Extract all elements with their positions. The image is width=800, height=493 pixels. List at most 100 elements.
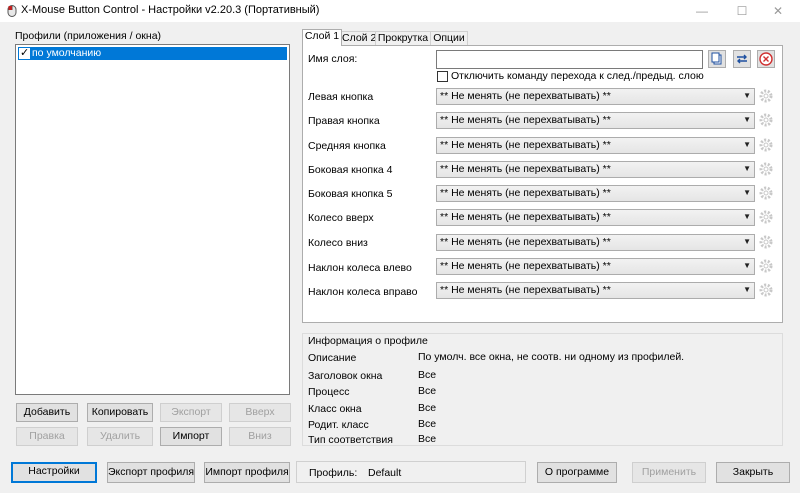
side-button-4-action-select[interactable]: ** Не менять (не перехватывать) ** ▼ [436, 161, 755, 178]
mouse-app-icon [7, 5, 17, 17]
wheel-up-action-value: ** Не менять (не перехватывать) ** [440, 211, 611, 223]
copy-layer-button[interactable] [708, 50, 726, 68]
gear-icon[interactable] [757, 208, 775, 226]
tilt-right-action-value: ** Не менять (не перехватывать) ** [440, 284, 611, 296]
gear-icon[interactable] [757, 257, 775, 275]
close-window-button[interactable]: ✕ [758, 0, 798, 22]
left-button-label: Левая кнопка [308, 91, 374, 103]
middle-button-action-select[interactable]: ** Не менять (не перехватывать) ** ▼ [436, 137, 755, 154]
chevron-down-icon: ▼ [743, 164, 751, 173]
gear-icon[interactable] [757, 233, 775, 251]
export-profile-button[interactable]: Экспорт профиля [107, 462, 195, 483]
right-button-label: Правая кнопка [308, 115, 380, 127]
edit-profile-button[interactable]: Правка [16, 427, 78, 446]
gear-icon[interactable] [757, 111, 775, 129]
chevron-down-icon: ▼ [743, 285, 751, 294]
cancel-circle-icon [759, 52, 773, 66]
current-profile-label: Профиль: [309, 467, 358, 479]
gear-icon[interactable] [757, 160, 775, 178]
gear-icon[interactable] [757, 136, 775, 154]
info-value-parent-class: Все [418, 418, 437, 430]
profiles-list[interactable]: по умолчанию [15, 44, 290, 395]
wheel-up-action-select[interactable]: ** Не менять (не перехватывать) ** ▼ [436, 209, 755, 226]
middle-button-label: Средняя кнопка [308, 140, 386, 152]
delete-profile-button[interactable]: Удалить [87, 427, 153, 446]
swap-layers-button[interactable] [733, 50, 751, 68]
info-value-window-class: Все [418, 402, 437, 414]
window-title: X-Mouse Button Control - Настройки v2.20… [21, 4, 320, 16]
close-button[interactable]: Закрыть [716, 462, 790, 483]
settings-button[interactable]: Настройки [11, 462, 97, 483]
title-bar: X-Mouse Button Control - Настройки v2.20… [0, 0, 800, 22]
add-profile-button[interactable]: Добавить [16, 403, 78, 422]
info-value-description: По умолч. все окна, не соотв. ни одному … [418, 351, 685, 363]
import-profile-button[interactable]: Импорт профиля [204, 462, 290, 483]
tilt-right-action-select[interactable]: ** Не менять (не перехватывать) ** ▼ [436, 282, 755, 299]
right-button-action-select[interactable]: ** Не менять (не перехватывать) ** ▼ [436, 112, 755, 129]
profile-info-group [302, 333, 783, 446]
import-profile-small-button[interactable]: Импорт [160, 427, 222, 446]
copy-icon [711, 52, 722, 65]
swap-arrows-icon [737, 54, 747, 64]
profile-checkbox[interactable] [19, 46, 30, 59]
profile-info-group-label: Информация о профиле [308, 335, 428, 347]
tilt-left-label: Наклон колеса влево [308, 262, 412, 274]
middle-button-action-value: ** Не менять (не перехватывать) ** [440, 139, 611, 151]
chevron-down-icon: ▼ [743, 140, 751, 149]
move-down-button[interactable]: Вниз [229, 427, 291, 446]
tab-layer-2[interactable]: Слой 2 [341, 31, 376, 45]
info-value-process: Все [418, 385, 437, 397]
minimize-button[interactable]: — [682, 0, 722, 22]
chevron-down-icon: ▼ [743, 261, 751, 270]
info-value-match-type: Все [418, 433, 437, 445]
tab-scroll[interactable]: Прокрутка [375, 31, 431, 45]
left-button-action-select[interactable]: ** Не менять (не перехватывать) ** ▼ [436, 88, 755, 105]
gear-icon[interactable] [757, 184, 775, 202]
profile-list-item[interactable]: по умолчанию [18, 46, 287, 60]
tilt-left-action-value: ** Не менять (не перехватывать) ** [440, 260, 611, 272]
info-value-window-title: Все [418, 369, 437, 381]
chevron-down-icon: ▼ [743, 91, 751, 100]
wheel-down-action-value: ** Не менять (не перехватывать) ** [440, 236, 611, 248]
side-button-4-action-value: ** Не менять (не перехватывать) ** [440, 163, 611, 175]
wheel-up-label: Колесо вверх [308, 212, 374, 224]
side-button-5-action-value: ** Не менять (не перехватывать) ** [440, 187, 611, 199]
chevron-down-icon: ▼ [743, 237, 751, 246]
export-profile-small-button[interactable]: Экспорт [160, 403, 222, 422]
info-key-match-type: Тип соответствия [308, 434, 393, 446]
layer-name-input[interactable] [436, 50, 703, 69]
left-button-action-value: ** Не менять (не перехватывать) ** [440, 90, 611, 102]
tilt-left-action-select[interactable]: ** Не менять (не перехватывать) ** ▼ [436, 258, 755, 275]
disable-layer-switch-checkbox[interactable] [437, 71, 448, 82]
apply-button[interactable]: Применить [632, 462, 706, 483]
info-key-window-class: Класс окна [308, 403, 362, 415]
side-button-4-label: Боковая кнопка 4 [308, 164, 393, 176]
side-button-5-label: Боковая кнопка 5 [308, 188, 393, 200]
tab-options[interactable]: Опции [430, 31, 468, 45]
move-up-button[interactable]: Вверх [229, 403, 291, 422]
tilt-right-label: Наклон колеса вправо [308, 286, 418, 298]
info-key-parent-class: Родит. класс [308, 419, 369, 431]
profile-item-label: по умолчанию [32, 47, 102, 59]
disable-layer-switch-label: Отключить команду перехода к след./преды… [451, 70, 704, 82]
maximize-button[interactable]: ☐ [722, 0, 762, 22]
chevron-down-icon: ▼ [743, 115, 751, 124]
info-key-process: Процесс [308, 386, 350, 398]
info-key-window-title: Заголовок окна [308, 370, 383, 382]
about-button[interactable]: О программе [537, 462, 617, 483]
wheel-down-action-select[interactable]: ** Не менять (не перехватывать) ** ▼ [436, 234, 755, 251]
current-profile-value: Default [368, 467, 402, 479]
gear-icon[interactable] [757, 87, 775, 105]
info-key-description: Описание [308, 352, 357, 364]
clear-layer-button[interactable] [757, 50, 775, 68]
chevron-down-icon: ▼ [743, 188, 751, 197]
tab-layer-1[interactable]: Слой 1 [302, 29, 342, 46]
gear-icon[interactable] [757, 281, 775, 299]
copy-profile-button[interactable]: Копировать [87, 403, 153, 422]
side-button-5-action-select[interactable]: ** Не менять (не перехватывать) ** ▼ [436, 185, 755, 202]
right-button-action-value: ** Не менять (не перехватывать) ** [440, 114, 611, 126]
layer-name-label: Имя слоя: [308, 53, 358, 65]
wheel-down-label: Колесо вниз [308, 237, 368, 249]
chevron-down-icon: ▼ [743, 212, 751, 221]
profiles-group-label: Профили (приложения / окна) [15, 30, 162, 42]
